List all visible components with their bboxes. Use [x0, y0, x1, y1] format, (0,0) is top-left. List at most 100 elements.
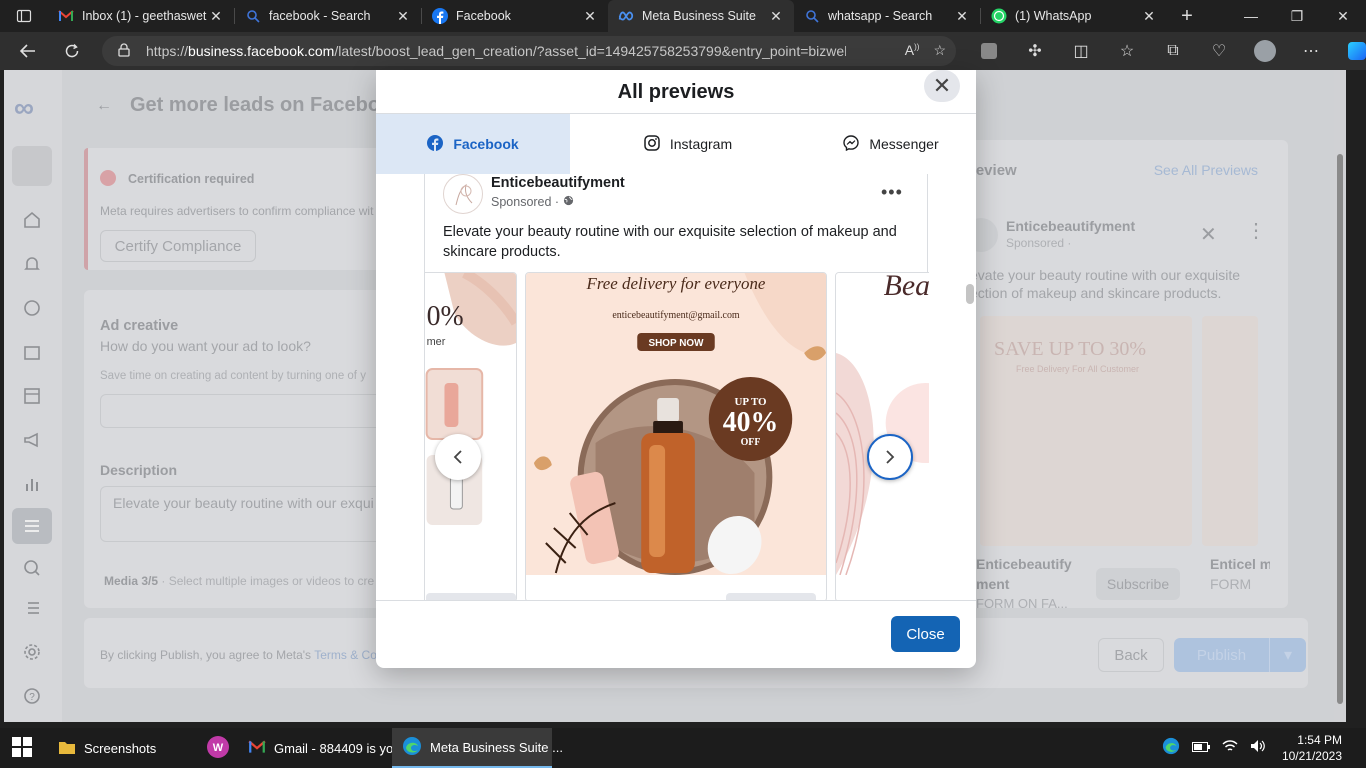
- extension-icon[interactable]: [966, 32, 1012, 70]
- restore-icon[interactable]: ❐: [1274, 0, 1320, 32]
- description-label: Description: [100, 462, 178, 478]
- close-tab-icon[interactable]: ✕: [208, 8, 224, 24]
- close-tab-icon[interactable]: ✕: [395, 8, 411, 24]
- wifi-icon[interactable]: [1216, 739, 1244, 758]
- windows-taskbar: Screenshots W Gmail - 884409 is yo... Me…: [0, 728, 1366, 768]
- close-window-icon[interactable]: ✕: [1320, 0, 1366, 32]
- start-button[interactable]: [0, 728, 44, 768]
- taskbar-clock[interactable]: 1:54 PM 10/21/2023: [1272, 732, 1366, 764]
- browser-extensions: ✣ ◫ ☆ ⧉ ♡ ⋯: [966, 32, 1366, 70]
- left-sidebar: ∞ ?: [4, 70, 62, 722]
- tab-messenger[interactable]: Messenger: [806, 114, 976, 174]
- help-icon[interactable]: ?: [20, 684, 44, 708]
- edge-tray-icon[interactable]: [1156, 737, 1186, 760]
- ads-megaphone-icon[interactable]: [20, 428, 44, 452]
- carousel-card-previous[interactable]: 0% mer: [425, 272, 517, 600]
- browser-tab-meta-business-suite[interactable]: Meta Business Suite ✕: [608, 0, 794, 32]
- preview-scroll-area[interactable]: Enticebeautifyment Sponsored · ••• Eleva…: [376, 174, 976, 600]
- home-icon[interactable]: [20, 208, 44, 232]
- browser-tab-gmail[interactable]: Inbox (1) - geethaswet ✕: [48, 0, 234, 32]
- page-name[interactable]: Enticebeautifyment: [491, 175, 625, 191]
- modal-scrollbar[interactable]: [964, 278, 976, 600]
- more-menu-icon[interactable]: ⋯: [1288, 32, 1334, 70]
- taskbar-item-screenshots[interactable]: Screenshots: [48, 728, 198, 768]
- clock-time: 1:54 PM: [1297, 733, 1342, 747]
- lock-icon: [118, 42, 134, 60]
- close-button[interactable]: Close: [891, 616, 960, 652]
- tab-title: facebook - Search: [269, 9, 371, 23]
- new-tab-button[interactable]: +: [1167, 0, 1207, 32]
- more-options-icon[interactable]: ⋮: [1246, 218, 1266, 243]
- image-carousel: 0% mer Free delivery for everyone entice…: [425, 272, 929, 600]
- profile-avatar[interactable]: [1242, 32, 1288, 70]
- taskbar-item-gmail[interactable]: Gmail - 884409 is yo...: [238, 728, 404, 768]
- preview-image-2: [1202, 316, 1258, 546]
- save-up-to-text: SAVE UP TO 30%: [994, 338, 1147, 360]
- publish-button[interactable]: Publish: [1174, 638, 1270, 672]
- extensions-puzzle-icon[interactable]: ✣: [1012, 32, 1058, 70]
- subscribe-button[interactable]: Subscribe: [1096, 568, 1180, 600]
- see-all-previews-link[interactable]: See All Previews: [1154, 162, 1258, 178]
- tab-instagram[interactable]: Instagram: [570, 114, 806, 174]
- terms-link[interactable]: Terms & Co: [314, 648, 377, 662]
- carousel-next-button[interactable]: [867, 434, 913, 480]
- tab-actions-icon[interactable]: [0, 0, 48, 32]
- minimize-icon[interactable]: —: [1228, 0, 1274, 32]
- settings-gear-icon[interactable]: [20, 640, 44, 664]
- browser-tab-facebook-search[interactable]: facebook - Search ✕: [235, 0, 421, 32]
- app-icon: W: [207, 735, 229, 761]
- more-options-icon[interactable]: •••: [881, 182, 903, 203]
- publish-dropdown-icon[interactable]: ▾: [1270, 638, 1306, 672]
- svg-text:OFF: OFF: [741, 437, 761, 448]
- battery-icon[interactable]: [1186, 739, 1216, 757]
- modal-scrollbar-thumb[interactable]: [966, 284, 974, 304]
- certify-compliance-button[interactable]: Certify Compliance: [100, 230, 256, 262]
- collections-icon[interactable]: ⧉: [1150, 32, 1196, 70]
- free-delivery-text: Free Delivery For All Customer: [1016, 364, 1140, 374]
- taskbar-item-app[interactable]: W: [198, 728, 238, 768]
- ad-creative-subtitle: How do you want your ad to look?: [100, 338, 311, 354]
- favorite-star-icon[interactable]: ☆: [933, 42, 946, 59]
- carousel-card-main[interactable]: Free delivery for everyone enticebeautif…: [525, 272, 827, 600]
- page-scrollbar[interactable]: [1334, 70, 1346, 722]
- content-icon[interactable]: [20, 340, 44, 364]
- ad-format-selector[interactable]: [100, 394, 384, 428]
- carousel-previous-button[interactable]: [435, 434, 481, 480]
- page-scrollbar-thumb[interactable]: [1337, 154, 1343, 704]
- close-icon[interactable]: ✕: [924, 70, 960, 102]
- notifications-bell-icon[interactable]: [20, 252, 44, 276]
- facebook-icon: [432, 8, 448, 24]
- favorites-icon[interactable]: ☆: [1104, 32, 1150, 70]
- read-aloud-icon[interactable]: A)): [905, 42, 920, 59]
- search-icon[interactable]: [20, 556, 44, 580]
- volume-icon[interactable]: [1244, 739, 1272, 758]
- tab-title: Facebook: [456, 9, 511, 23]
- close-tab-icon[interactable]: ✕: [1141, 8, 1157, 24]
- account-avatar[interactable]: [12, 146, 52, 186]
- close-tab-icon[interactable]: ✕: [954, 8, 970, 24]
- refresh-icon[interactable]: [50, 32, 94, 70]
- back-arrow-icon[interactable]: ←: [96, 97, 112, 115]
- address-bar[interactable]: https://business.facebook.com/latest/boo…: [102, 36, 956, 66]
- browser-essentials-icon[interactable]: ♡: [1196, 32, 1242, 70]
- taskbar-item-meta-business-suite[interactable]: Meta Business Suite ...: [392, 728, 563, 768]
- all-tools-menu-icon[interactable]: [20, 514, 44, 538]
- back-button[interactable]: Back: [1098, 638, 1164, 672]
- tab-facebook[interactable]: Facebook: [376, 114, 570, 174]
- close-icon[interactable]: ✕: [1200, 222, 1217, 247]
- description-field[interactable]: Elevate your beauty routine with our exq…: [100, 486, 384, 542]
- browser-tab-whatsapp[interactable]: (1) WhatsApp ✕: [981, 0, 1167, 32]
- browser-tab-facebook[interactable]: Facebook ✕: [422, 0, 608, 32]
- insights-chart-icon[interactable]: [20, 472, 44, 496]
- split-screen-icon[interactable]: ◫: [1058, 32, 1104, 70]
- list-icon[interactable]: [20, 596, 44, 620]
- browser-tab-whatsapp-search[interactable]: whatsapp - Search ✕: [794, 0, 980, 32]
- close-tab-icon[interactable]: ✕: [768, 8, 784, 24]
- taskbar-item-label: Screenshots: [84, 740, 157, 756]
- planner-calendar-icon[interactable]: [20, 384, 44, 408]
- inbox-chat-icon[interactable]: [20, 296, 44, 320]
- close-tab-icon[interactable]: ✕: [582, 8, 598, 24]
- main-card-image: Free delivery for everyone enticebeautif…: [526, 273, 826, 575]
- copilot-icon[interactable]: [1334, 32, 1366, 70]
- back-arrow-icon[interactable]: [6, 32, 50, 70]
